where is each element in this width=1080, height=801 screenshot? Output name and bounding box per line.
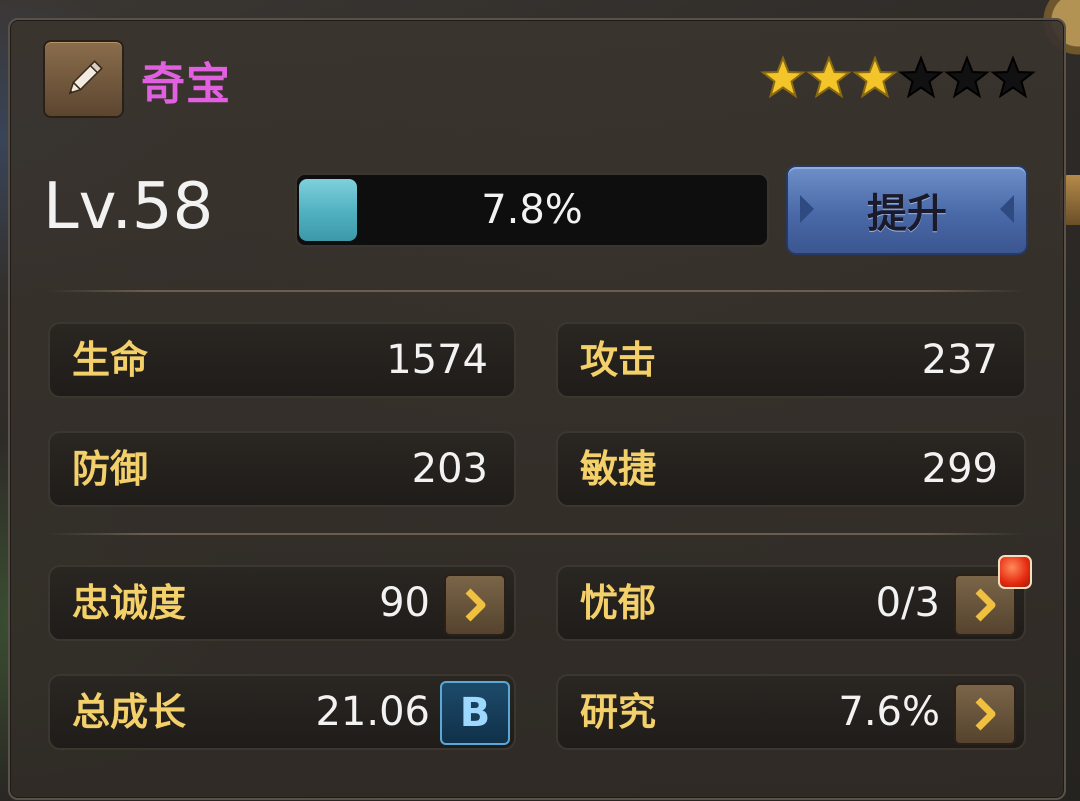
- upgrade-button-label: 提升: [867, 191, 947, 237]
- research-label: 研究: [580, 690, 657, 734]
- stat-atk-value: 237: [921, 337, 998, 383]
- star-icon: [898, 55, 944, 99]
- star-icon: [760, 55, 806, 99]
- growth-label: 总成长: [72, 690, 187, 734]
- star-icon: [806, 55, 852, 99]
- research-row: 研究 7.6%: [556, 674, 1026, 750]
- star-rating: [760, 55, 1036, 101]
- growth-row: 总成长 21.06 B: [48, 674, 516, 750]
- stat-hp: 生命 1574: [48, 322, 516, 398]
- loyalty-detail-button[interactable]: [444, 574, 506, 636]
- loyalty-value: 90: [379, 580, 430, 626]
- level-label: Lv.58: [43, 170, 214, 244]
- star-icon: [990, 55, 1036, 99]
- research-detail-button[interactable]: [954, 683, 1016, 745]
- arrow-left-icon: [1000, 195, 1014, 223]
- chevron-right-icon: [975, 697, 996, 731]
- divider: [48, 290, 1024, 292]
- item-name: 奇宝: [141, 59, 231, 110]
- stat-hp-label: 生命: [72, 338, 149, 382]
- exp-progress-bar: 7.8%: [295, 173, 769, 247]
- stat-def-value: 203: [411, 446, 488, 492]
- growth-value: 21.06: [315, 689, 430, 735]
- arrow-right-icon: [800, 195, 814, 223]
- chevron-right-icon: [465, 588, 486, 622]
- notification-dot: [998, 555, 1032, 589]
- exp-progress-text: 7.8%: [481, 187, 583, 233]
- upgrade-button[interactable]: 提升: [786, 165, 1028, 255]
- stat-atk-label: 攻击: [580, 338, 657, 382]
- stat-hp-value: 1574: [386, 337, 488, 383]
- stat-atk: 攻击 237: [556, 322, 1026, 398]
- star-icon: [852, 55, 898, 99]
- star-icon: [944, 55, 990, 99]
- stat-def-label: 防御: [72, 447, 149, 491]
- stat-def: 防御 203: [48, 431, 516, 507]
- stat-agi-label: 敏捷: [580, 447, 657, 491]
- chevron-right-icon: [975, 588, 996, 622]
- stat-agi: 敏捷 299: [556, 431, 1026, 507]
- divider: [48, 533, 1024, 535]
- growth-grade-badge: B: [440, 681, 510, 745]
- research-value: 7.6%: [838, 689, 940, 735]
- pencil-icon: [68, 60, 103, 95]
- melancholy-row: 忧郁 0/3: [556, 565, 1026, 641]
- loyalty-row: 忠诚度 90: [48, 565, 516, 641]
- edit-name-button[interactable]: [43, 40, 124, 118]
- melancholy-value: 0/3: [875, 580, 940, 626]
- loyalty-label: 忠诚度: [72, 581, 187, 625]
- melancholy-label: 忧郁: [580, 581, 657, 625]
- stat-agi-value: 299: [921, 446, 998, 492]
